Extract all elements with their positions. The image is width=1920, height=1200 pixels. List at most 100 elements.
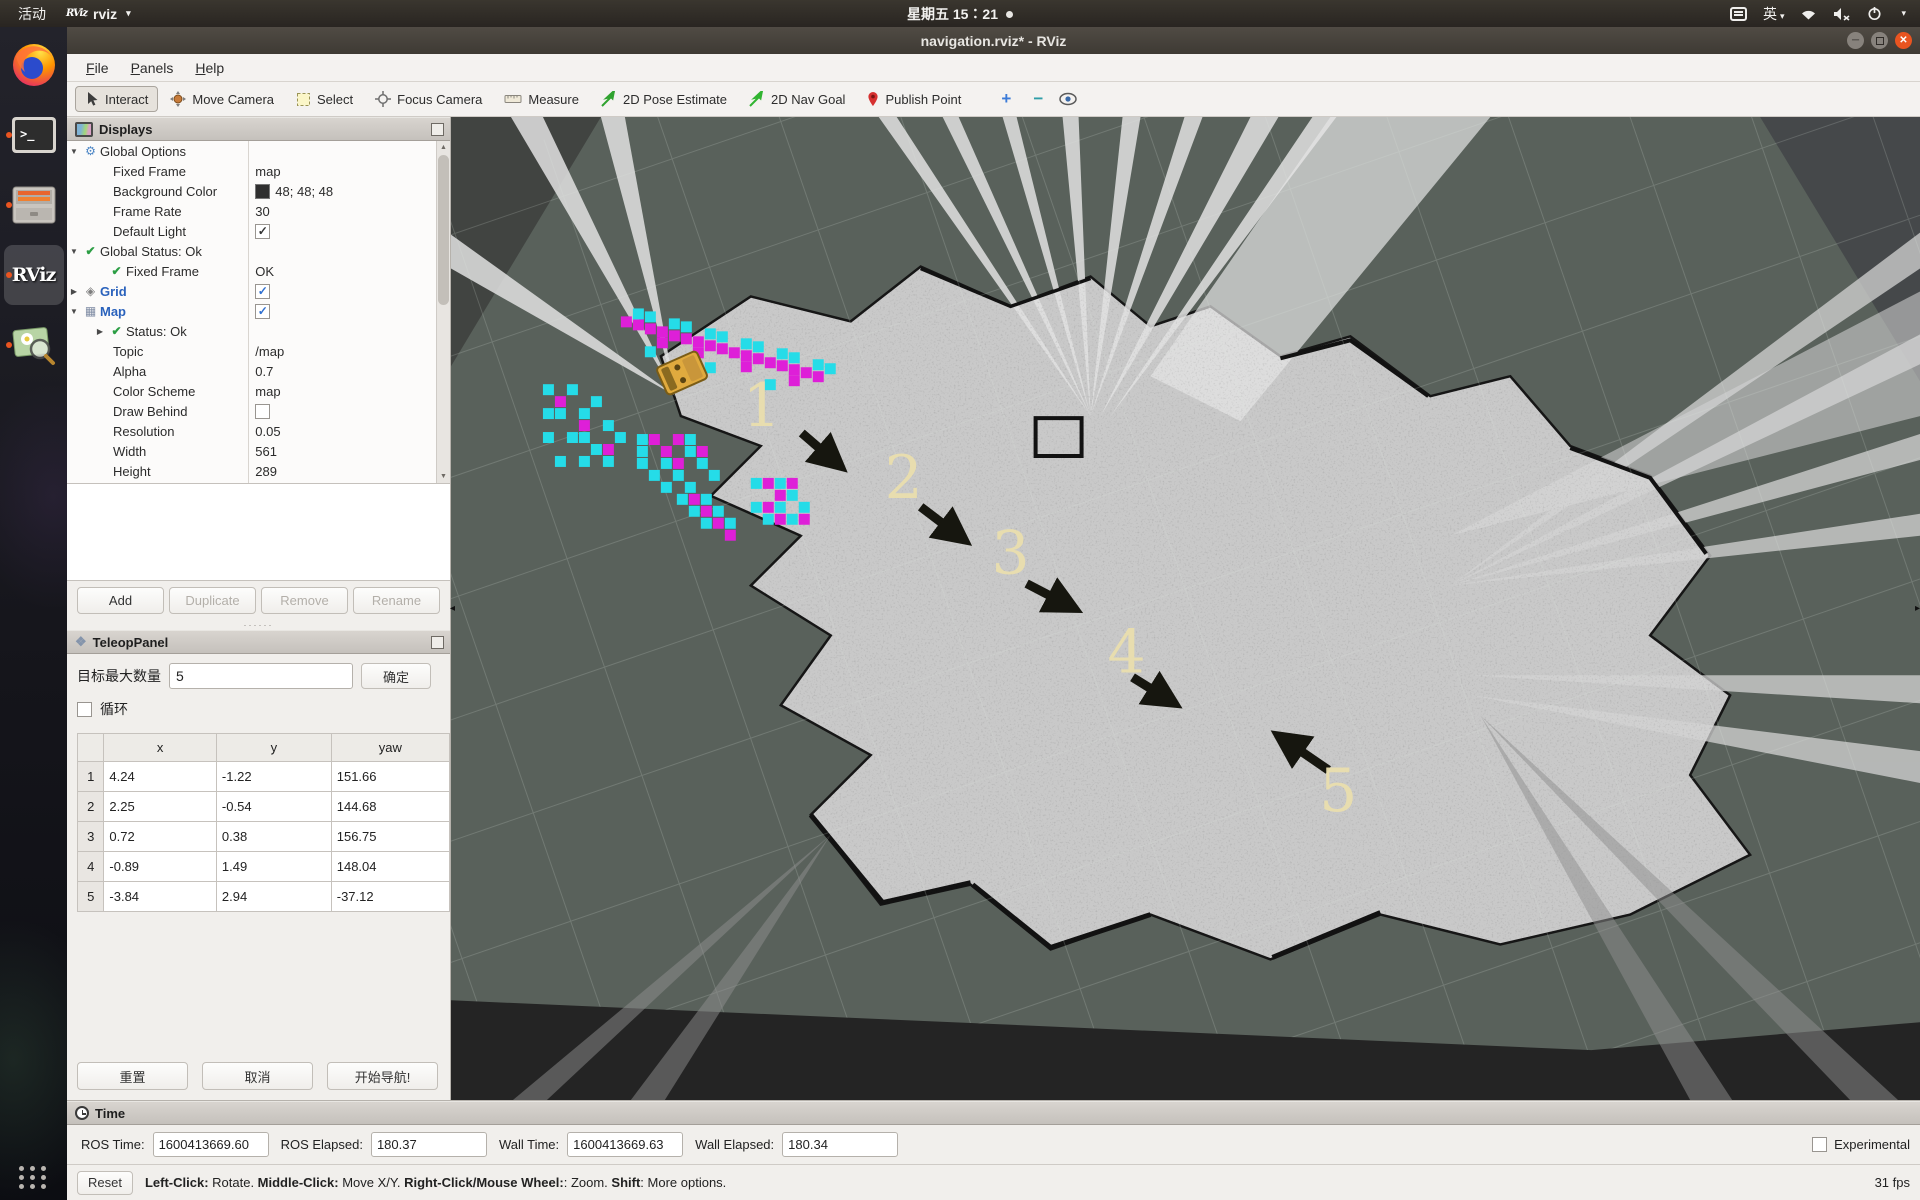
add-button[interactable]: Add — [77, 587, 164, 614]
start-navigation-button[interactable]: 开始导航! — [327, 1062, 438, 1090]
activities-button[interactable]: 活动 — [12, 2, 52, 26]
teleop-panel-header[interactable]: ❖ TeleopPanel — [67, 630, 450, 654]
property-row[interactable]: ▶ ✔ Status: Ok — [67, 321, 437, 341]
show-applications-button[interactable] — [0, 1154, 67, 1200]
property-row[interactable]: Width 561 — [67, 441, 437, 461]
teleop-cancel-button[interactable]: 取消 — [202, 1062, 313, 1090]
chevron-down-icon[interactable]: ▾ — [1901, 8, 1906, 19]
table-row[interactable]: 5 -3.84 2.94 -37.12 — [78, 882, 450, 912]
rename-button[interactable]: Rename — [353, 587, 440, 614]
property-row[interactable]: Color Scheme map — [67, 381, 437, 401]
scroll-up-icon[interactable]: ▲ — [437, 141, 450, 154]
tool-interact[interactable]: Interact — [75, 86, 158, 112]
tool-select[interactable]: Select — [286, 87, 363, 112]
panel-splitter[interactable]: ······ — [67, 620, 450, 630]
experimental-checkbox-unchecked[interactable] — [1812, 1137, 1827, 1152]
dock-rviz[interactable]: RViz — [4, 245, 64, 305]
property-row[interactable]: Fixed Frame map — [67, 161, 437, 181]
table-row[interactable]: 4 -0.89 1.49 148.04 — [78, 852, 450, 882]
tool-move-camera[interactable]: Move Camera — [160, 86, 284, 112]
checkbox-checked[interactable]: ✓ — [255, 284, 270, 299]
dock-image-viewer[interactable] — [4, 315, 64, 375]
displays-panel-header[interactable]: Displays — [67, 117, 450, 141]
duplicate-button[interactable]: Duplicate — [169, 587, 256, 614]
expander-right-icon[interactable]: ▶ — [67, 287, 81, 296]
ros-time-input[interactable] — [153, 1132, 269, 1157]
property-row[interactable]: ▼ ⚙ Global Options — [67, 141, 437, 161]
maximize-button[interactable] — [1871, 32, 1888, 49]
dock-firefox[interactable] — [4, 35, 64, 95]
scrollbar[interactable]: ▲ ▼ — [436, 141, 450, 483]
panel-collapse-handle[interactable]: ◂ — [450, 604, 455, 614]
tool-measure[interactable]: Measure — [494, 87, 589, 112]
add-tool-button[interactable]: + — [995, 88, 1017, 110]
display-row-map[interactable]: ▼ ▦ Map ✓ — [67, 301, 437, 321]
property-row[interactable]: Background Color 48; 48; 48 — [67, 181, 437, 201]
expander-right-icon[interactable]: ▶ — [93, 327, 107, 336]
property-row[interactable]: ✔ Fixed Frame OK — [67, 261, 437, 281]
menu-panels[interactable]: Panels — [122, 57, 183, 79]
running-indicator — [6, 132, 12, 138]
teleop-reset-button[interactable]: 重置 — [77, 1062, 188, 1090]
confirm-button[interactable]: 确定 — [361, 663, 431, 689]
col-header-yaw[interactable]: yaw — [331, 734, 449, 762]
table-row[interactable]: 2 2.25 -0.54 144.68 — [78, 792, 450, 822]
tool-publish-point[interactable]: Publish Point — [857, 86, 971, 112]
col-header-x[interactable]: x — [104, 734, 217, 762]
menu-help[interactable]: Help — [186, 57, 233, 79]
dock-terminal[interactable]: >_ — [4, 105, 64, 165]
remove-tool-button[interactable]: − — [1027, 88, 1049, 110]
app-indicator[interactable]: RViz rviz▾ — [66, 6, 131, 22]
displays-list-empty-area[interactable] — [67, 484, 450, 581]
wifi-icon[interactable] — [1800, 7, 1817, 21]
color-swatch[interactable] — [255, 184, 270, 199]
display-row-grid[interactable]: ▶ ◈ Grid ✓ — [67, 281, 437, 301]
property-row[interactable]: ▼ ✔ Global Status: Ok — [67, 241, 437, 261]
panel-float-button[interactable] — [431, 123, 444, 136]
table-row[interactable]: 3 0.72 0.38 156.75 — [78, 822, 450, 852]
expander-down-icon[interactable]: ▼ — [67, 307, 81, 316]
close-button[interactable]: ✕ — [1895, 32, 1912, 49]
checkbox-checked[interactable]: ✓ — [255, 224, 270, 239]
clock[interactable]: 星期五 15∶21 — [0, 4, 1920, 24]
property-row[interactable]: Default Light ✓ — [67, 221, 437, 241]
expander-down-icon[interactable]: ▼ — [67, 247, 81, 256]
expander-down-icon[interactable]: ▼ — [67, 147, 81, 156]
checkbox-unchecked[interactable] — [255, 404, 270, 419]
property-row[interactable]: Resolution 0.05 — [67, 421, 437, 441]
property-row[interactable]: Frame Rate 30 — [67, 201, 437, 221]
menu-file[interactable]: File — [77, 57, 118, 79]
panel-collapse-handle[interactable]: ▸ — [1915, 604, 1920, 614]
property-row[interactable]: Topic /map — [67, 341, 437, 361]
title-bar[interactable]: navigation.rviz* - RViz ─ ✕ — [67, 27, 1920, 54]
tool-2d-pose-estimate[interactable]: 2D Pose Estimate — [591, 86, 737, 112]
tool-properties-icon[interactable] — [1059, 92, 1077, 106]
remove-button[interactable]: Remove — [261, 587, 348, 614]
dock-file-cabinet[interactable] — [4, 175, 64, 235]
wall-time-input[interactable] — [567, 1132, 683, 1157]
reset-button[interactable]: Reset — [77, 1171, 133, 1195]
ros-elapsed-input[interactable] — [371, 1132, 487, 1157]
table-row[interactable]: 1 4.24 -1.22 151.66 — [78, 762, 450, 792]
svg-text:>_: >_ — [20, 127, 35, 142]
minimize-button[interactable]: ─ — [1847, 32, 1864, 49]
scroll-down-icon[interactable]: ▼ — [437, 470, 450, 483]
time-panel-header[interactable]: Time — [67, 1101, 1920, 1125]
property-row[interactable]: Alpha 0.7 — [67, 361, 437, 381]
input-method-indicator[interactable]: 英▾ — [1763, 4, 1785, 24]
volume-muted-icon[interactable] — [1833, 7, 1851, 21]
goal-count-input[interactable] — [169, 663, 353, 689]
tool-2d-nav-goal[interactable]: 2D Nav Goal — [739, 86, 855, 112]
wall-elapsed-input[interactable] — [782, 1132, 898, 1157]
scrollbar-thumb[interactable] — [438, 155, 449, 305]
loop-checkbox-unchecked[interactable] — [77, 702, 92, 717]
property-row[interactable]: Height 289 — [67, 461, 437, 481]
panel-float-button[interactable] — [431, 636, 444, 649]
keyboard-layout-icon[interactable] — [1730, 7, 1747, 21]
tool-focus-camera[interactable]: Focus Camera — [365, 86, 492, 112]
checkbox-checked[interactable]: ✓ — [255, 304, 270, 319]
property-row[interactable]: Draw Behind — [67, 401, 437, 421]
3d-viewport[interactable]: ◂ ▸ — [451, 117, 1920, 1100]
col-header-y[interactable]: y — [216, 734, 331, 762]
power-icon[interactable] — [1867, 6, 1882, 21]
